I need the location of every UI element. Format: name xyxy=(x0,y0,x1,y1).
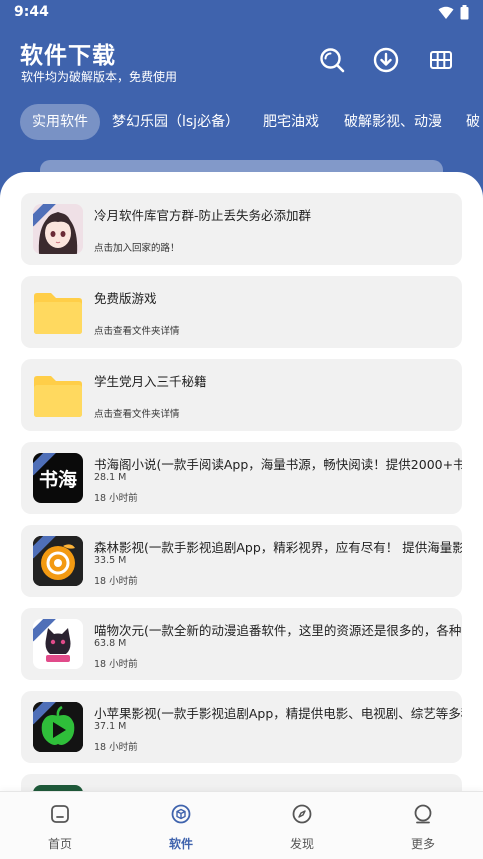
tab-utility-software[interactable]: 实用软件 xyxy=(20,104,100,140)
grid-view-button[interactable] xyxy=(427,46,455,74)
nav-more[interactable]: 更多 xyxy=(363,792,483,859)
anime-girl-avatar-icon xyxy=(33,204,83,254)
item-description: 点击查看文件夹详情 xyxy=(94,326,180,337)
item-time: 18 小时前 xyxy=(94,493,138,504)
item-size: 63.8 M xyxy=(94,638,127,649)
bottom-navigation: 首页 软件 发现 更多 xyxy=(0,791,483,859)
nav-label: 软件 xyxy=(168,837,193,851)
nav-software[interactable]: 软件 xyxy=(121,792,241,859)
item-time: 18 小时前 xyxy=(94,659,138,670)
nav-label: 更多 xyxy=(410,837,435,851)
item-description: 点击查看文件夹详情 xyxy=(94,409,180,420)
list-item[interactable]: 冷月软件库官方群-防止丢失务必添加群 点击加入回家的路！ xyxy=(21,193,462,265)
tab-video-anime[interactable]: 破解影视、动漫 xyxy=(332,104,454,140)
status-icons xyxy=(438,5,469,20)
status-time: 9:44 xyxy=(14,4,49,20)
folder-icon xyxy=(33,370,83,420)
forest-video-app-icon xyxy=(33,536,83,586)
item-title: 喵物次元(一款全新的动漫追番软件，这里的资源还是很多的，各种类型 xyxy=(94,623,462,638)
content-sheet: 冷月软件库官方群-防止丢失务必添加群 点击加入回家的路！ 免费版游戏 点击查看文… xyxy=(0,172,483,859)
list-item[interactable]: 森林影视(一款手影视追剧App，精彩视界，应有尽有！ 提供海量影视资 33.5 … xyxy=(21,525,462,597)
item-time: 18 小时前 xyxy=(94,742,138,753)
item-size: 37.1 M xyxy=(94,721,127,732)
tab-more-partial[interactable]: 破 xyxy=(454,104,483,140)
tab-fantasy-land[interactable]: 梦幻乐园（lsj必备） xyxy=(100,104,251,140)
item-size: 28.1 M xyxy=(94,472,127,483)
item-title: 小苹果影视(一款手影视追剧App，精提供电影、电视剧、综艺等多种影 xyxy=(94,706,462,721)
wifi-icon xyxy=(438,6,454,19)
shuhai-app-icon: 书海 xyxy=(33,453,83,503)
green-apple-play-icon xyxy=(33,702,83,752)
app-header: 软件下载 软件均为破解版本，免费使用 xyxy=(0,26,483,100)
item-title: 书海阁小说(一款手阅读App，海量书源，畅快阅读！提供2000+书源， xyxy=(94,457,462,472)
item-description: 点击加入回家的路！ xyxy=(94,243,180,254)
status-bar: 9:44 xyxy=(0,0,483,26)
folder-icon xyxy=(33,287,83,337)
cat-anime-app-icon xyxy=(33,619,83,669)
nav-discover[interactable]: 发现 xyxy=(242,792,362,859)
tab-games[interactable]: 肥宅油戏 xyxy=(251,104,331,140)
list-item[interactable]: 喵物次元(一款全新的动漫追番软件，这里的资源还是很多的，各种类型 63.8 M … xyxy=(21,608,462,680)
item-title: 免费版游戏 xyxy=(94,291,157,306)
item-time: 18 小时前 xyxy=(94,576,138,587)
item-title: 森林影视(一款手影视追剧App，精彩视界，应有尽有！ 提供海量影视资 xyxy=(94,540,462,555)
download-button[interactable] xyxy=(372,46,400,74)
item-size: 33.5 M xyxy=(94,555,127,566)
search-icon xyxy=(320,48,345,73)
page-subtitle: 软件均为破解版本，免费使用 xyxy=(21,70,178,84)
search-button[interactable] xyxy=(318,46,346,74)
item-title: 学生党月入三千秘籍 xyxy=(94,374,207,389)
list-item[interactable]: 小苹果影视(一款手影视追剧App，精提供电影、电视剧、综艺等多种影 37.1 M… xyxy=(21,691,462,763)
list-item[interactable]: 学生党月入三千秘籍 点击查看文件夹详情 xyxy=(21,359,462,431)
item-title: 冷月软件库官方群-防止丢失务必添加群 xyxy=(94,208,312,223)
list-item[interactable]: 书海 书海阁小说(一款手阅读App，海量书源，畅快阅读！提供2000+书源， 2… xyxy=(21,442,462,514)
battery-icon xyxy=(460,5,469,20)
nav-home[interactable]: 首页 xyxy=(0,792,120,859)
page-title: 软件下载 xyxy=(20,43,116,69)
more-circle-icon xyxy=(414,804,432,824)
nav-label: 发现 xyxy=(289,837,314,851)
grid-icon xyxy=(430,51,452,69)
nav-label: 首页 xyxy=(47,837,72,851)
list-item[interactable]: 免费版游戏 点击查看文件夹详情 xyxy=(21,276,462,348)
download-icon xyxy=(373,47,399,73)
cube-icon xyxy=(171,804,191,824)
home-icon xyxy=(51,805,69,823)
category-tabs: 实用软件 梦幻乐园（lsj必备） 肥宅油戏 破解影视、动漫 破 xyxy=(0,100,483,146)
compass-icon xyxy=(292,804,312,824)
